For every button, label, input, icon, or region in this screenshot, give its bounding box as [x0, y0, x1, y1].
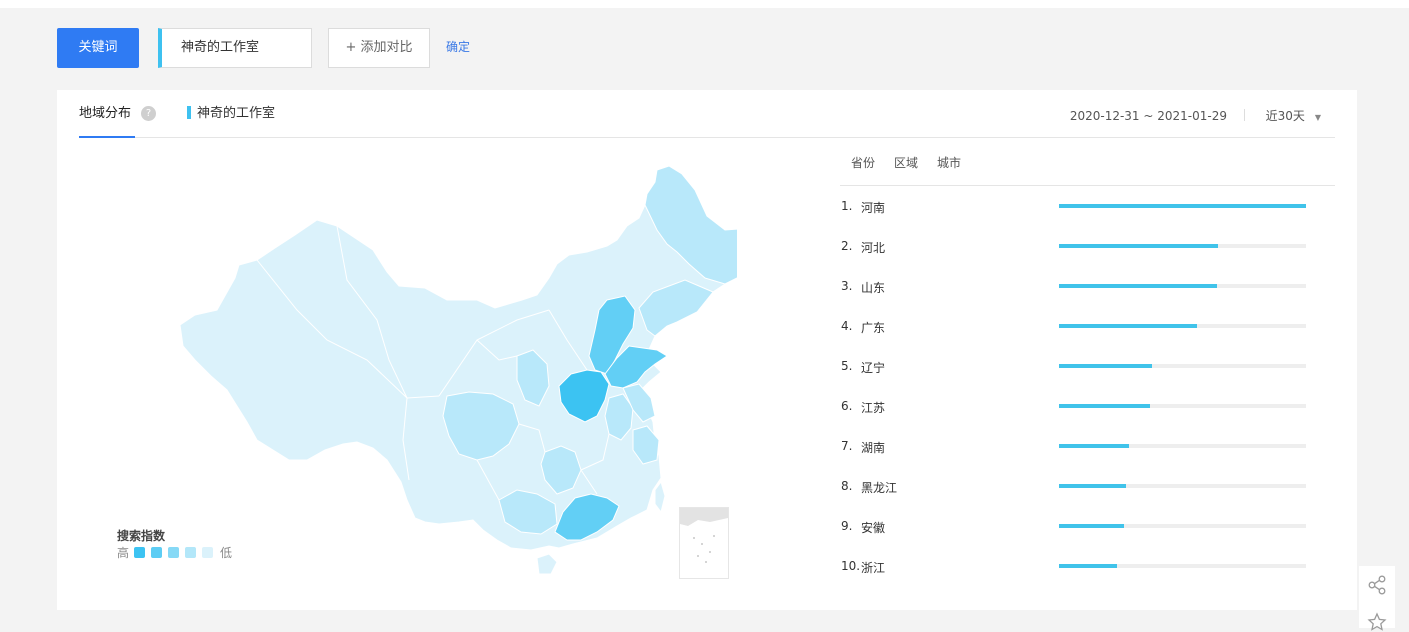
- ranking-row: 2. 河北: [840, 230, 1335, 270]
- ranking-bar-fill: [1059, 484, 1126, 488]
- add-compare-button[interactable]: + 添加对比: [328, 28, 430, 68]
- inset-map: [680, 508, 728, 563]
- ranking-row: 9. 安徽: [840, 510, 1335, 550]
- ranking-bar-track: [1059, 284, 1306, 288]
- ranking-bar-fill: [1059, 564, 1117, 568]
- ranking-province-name: 湖南: [861, 441, 886, 455]
- ranking-row: 6. 江苏: [840, 390, 1335, 430]
- legend-swatch-4: [185, 547, 197, 558]
- ranking-row: 5. 辽宁: [840, 350, 1335, 390]
- ranking-row: 7. 湖南: [840, 430, 1335, 470]
- ranking-bar-track: [1059, 364, 1306, 368]
- ranking-province-name: 河南: [861, 201, 886, 215]
- ranking-bar-fill: [1059, 244, 1218, 248]
- tab-region-distribution[interactable]: 地域分布: [79, 90, 135, 138]
- legend-swatch-2: [151, 547, 163, 558]
- ranking-bar-track: [1059, 204, 1306, 208]
- south-china-sea-inset: [679, 507, 729, 579]
- ranking-province-name: 广东: [861, 321, 886, 335]
- ranking-province-name: 江苏: [861, 401, 886, 415]
- tab-city[interactable]: 城市: [937, 152, 961, 174]
- ranking-bar-track: [1059, 484, 1306, 488]
- panel-header: 地域分布 ? 神奇的工作室 2020-12-31 ~ 2021-01-29 近3…: [79, 90, 1335, 138]
- ranking-bar-fill: [1059, 284, 1217, 288]
- ranking-number: 8.: [841, 479, 853, 493]
- ranking-row: 10. 浙江: [840, 550, 1335, 590]
- legend-swatch-3: [168, 547, 180, 558]
- ranking-number: 2.: [841, 239, 853, 253]
- map-region-hainan: [536, 553, 558, 575]
- confirm-link[interactable]: 确定: [446, 38, 470, 55]
- legend-high-label: 高: [117, 546, 130, 560]
- map-region-taiwan: [654, 480, 666, 514]
- ranking-province-name: 浙江: [861, 561, 886, 575]
- header-divider: [1244, 109, 1245, 121]
- series-tag: 神奇的工作室: [187, 90, 275, 138]
- ranking-province-name: 辽宁: [861, 361, 886, 375]
- ranking-number: 5.: [841, 359, 853, 373]
- ranking-bar-fill: [1059, 204, 1306, 208]
- star-icon[interactable]: [1367, 612, 1387, 632]
- legend-swatch-1: [134, 547, 146, 558]
- ranking-number: 1.: [841, 199, 853, 213]
- top-strip: [0, 0, 1409, 8]
- series-name: 神奇的工作室: [197, 106, 276, 121]
- series-color-marker: [187, 106, 191, 119]
- tab-region[interactable]: 区域: [894, 152, 918, 174]
- ranking-bar-track: [1059, 404, 1306, 408]
- ranking-number: 3.: [841, 279, 853, 293]
- china-map: [179, 165, 737, 575]
- ranking-bar-fill: [1059, 324, 1197, 328]
- ranking-number: 6.: [841, 399, 853, 413]
- ranking-number: 4.: [841, 319, 853, 333]
- ranking-province-name: 山东: [861, 281, 886, 295]
- ranking-province-name: 安徽: [861, 521, 886, 535]
- ranking-bar-fill: [1059, 524, 1124, 528]
- keyword-input[interactable]: 神奇的工作室: [158, 28, 312, 68]
- ranking-number: 9.: [841, 519, 853, 533]
- ranking-bar-track: [1059, 244, 1306, 248]
- ranking-bar-track: [1059, 324, 1306, 328]
- ranking-number: 7.: [841, 439, 853, 453]
- ranking-tabs: 省份 区域 城市: [840, 152, 1335, 186]
- ranking-row: 8. 黑龙江: [840, 470, 1335, 510]
- period-select[interactable]: 近30天 ▼: [1266, 90, 1321, 144]
- ranking-number: 10.: [841, 559, 861, 573]
- legend-title: 搜索指数: [117, 529, 166, 543]
- side-tools: [1359, 566, 1395, 631]
- ranking-row: 3. 山东: [840, 270, 1335, 310]
- ranking-bar-fill: [1059, 404, 1150, 408]
- period-label: 近30天: [1265, 109, 1305, 123]
- ranking-bar-track: [1059, 444, 1306, 448]
- ranking-bar-fill: [1059, 444, 1129, 448]
- tab-province[interactable]: 省份: [851, 152, 875, 174]
- share-icon[interactable]: [1367, 575, 1387, 595]
- legend-swatch-5: [202, 547, 214, 558]
- region-panel: 地域分布 ? 神奇的工作室 2020-12-31 ~ 2021-01-29 近3…: [57, 90, 1357, 610]
- ranking-bar-fill: [1059, 364, 1152, 368]
- ranking-row: 1. 河南: [840, 190, 1335, 230]
- date-range: 2020-12-31 ~ 2021-01-29: [1069, 109, 1227, 123]
- ranking-bar-track: [1059, 524, 1306, 528]
- legend-scale: 高 低: [117, 544, 232, 561]
- ranking-row: 4. 广东: [840, 310, 1335, 350]
- caret-down-icon: ▼: [1314, 113, 1321, 122]
- help-icon[interactable]: ?: [141, 106, 156, 121]
- keyword-button[interactable]: 关键词: [57, 28, 139, 68]
- legend-low-label: 低: [220, 546, 233, 560]
- ranking-province-name: 黑龙江: [861, 481, 898, 495]
- ranking-province-name: 河北: [861, 241, 886, 255]
- ranking-bar-track: [1059, 564, 1306, 568]
